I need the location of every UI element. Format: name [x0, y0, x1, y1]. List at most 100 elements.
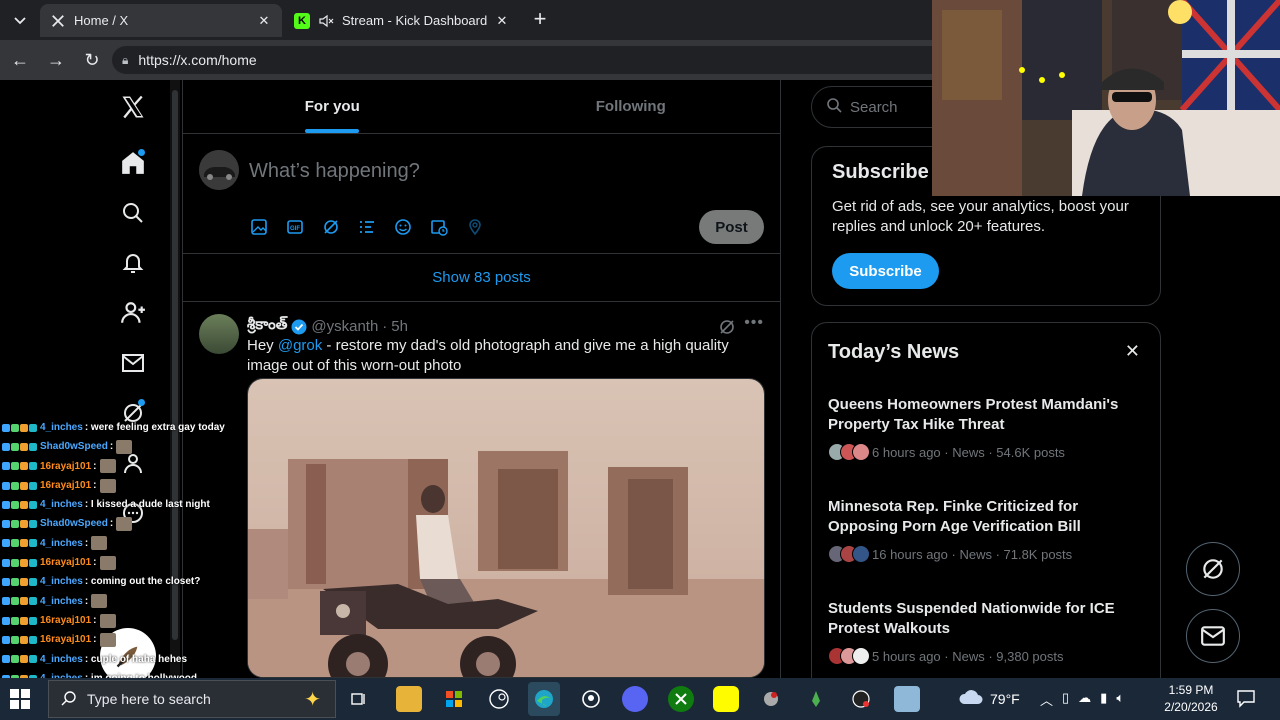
news-meta: 6 hours ago · News · 54.6K posts — [872, 444, 1065, 460]
show-new-posts-button[interactable]: Show 83 posts — [183, 254, 780, 302]
schedule-icon[interactable] — [429, 217, 449, 237]
tweet-time[interactable]: 5h — [391, 318, 408, 335]
chat-username[interactable]: 4_inches — [40, 418, 83, 437]
chevron-down-icon — [14, 17, 26, 25]
battery-icon[interactable]: ▮ — [1100, 690, 1107, 709]
chat-emote — [99, 555, 116, 570]
image-icon[interactable] — [249, 217, 269, 237]
messages-floating-button[interactable] — [1186, 609, 1240, 663]
post-button[interactable]: Post — [699, 210, 764, 244]
reload-icon[interactable]: ↻ — [80, 48, 104, 72]
bell-icon[interactable] — [116, 246, 150, 280]
notification-dot — [138, 399, 145, 406]
chat-message: 16rayaj101: — [2, 611, 262, 630]
windows-start-icon[interactable] — [10, 689, 30, 709]
news-item[interactable]: Queens Homeowners Protest Mamdani's Prop… — [828, 395, 1148, 461]
app-icon[interactable] — [758, 686, 784, 712]
news-item[interactable]: Minnesota Rep. Finke Criticized for Oppo… — [828, 497, 1148, 563]
more-options-icon[interactable]: ••• — [744, 314, 764, 332]
chevron-up-icon[interactable]: ︿ — [1040, 690, 1053, 709]
composer-toolbar: GIF — [249, 217, 485, 237]
chat-username[interactable]: 4_inches — [40, 534, 83, 553]
onedrive-icon[interactable]: ☁ — [1078, 690, 1091, 709]
mail-icon[interactable] — [116, 346, 150, 380]
chat-username[interactable]: Shad0wSpeed — [40, 514, 108, 533]
game-icon[interactable] — [803, 686, 829, 712]
chat-username[interactable]: 16rayaj101 — [40, 611, 91, 630]
tab-list-button[interactable] — [6, 6, 34, 34]
chat-username[interactable]: 16rayaj101 — [40, 457, 91, 476]
emoji-icon[interactable] — [393, 217, 413, 237]
chat-username[interactable]: 4_inches — [40, 495, 83, 514]
close-icon[interactable]: ✕ — [1125, 341, 1140, 362]
app-icon[interactable] — [894, 686, 920, 712]
tweet[interactable]: శ్రీకాంత్ @yskanth · 5h ••• Hey @grok - … — [183, 302, 780, 678]
subscribe-button[interactable]: Subscribe — [832, 253, 939, 289]
chat-message: 4_inches: — [2, 592, 262, 611]
chat-badges — [2, 462, 37, 471]
xbox-icon[interactable] — [668, 686, 694, 712]
tab-kick-dashboard[interactable]: K Stream - Kick Dashboard ✕ — [284, 4, 520, 37]
home-icon[interactable] — [116, 146, 150, 180]
gif-icon[interactable]: GIF — [285, 217, 305, 237]
news-item[interactable]: Students Suspended Nationwide for ICE Pr… — [828, 599, 1148, 665]
temperature: 79°F — [990, 690, 1020, 707]
tab-following[interactable]: Following — [482, 80, 781, 133]
chat-username[interactable]: 4_inches — [40, 572, 83, 591]
obs-icon[interactable] — [848, 686, 874, 712]
weather-widget[interactable]: 79°F — [958, 688, 1020, 709]
author-handle[interactable]: @yskanth — [311, 318, 378, 335]
chat-emote — [99, 478, 116, 493]
tweet-photo[interactable] — [247, 378, 765, 678]
close-tab-icon[interactable]: ✕ — [256, 13, 272, 29]
chat-username[interactable]: 4_inches — [40, 650, 83, 669]
search-icon[interactable] — [116, 196, 150, 230]
tab-title: Home / X — [74, 13, 129, 28]
edge-icon[interactable] — [528, 682, 560, 716]
chat-username[interactable]: 4_inches — [40, 592, 83, 611]
task-view-icon[interactable] — [346, 686, 372, 712]
chat-username[interactable]: 16rayaj101 — [40, 476, 91, 495]
user-avatar[interactable] — [199, 150, 239, 190]
follow-icon[interactable] — [116, 296, 150, 330]
author-name[interactable]: శ్రీకాంత్ — [247, 316, 287, 337]
poll-icon[interactable] — [357, 217, 377, 237]
steam-icon[interactable] — [486, 686, 512, 712]
search-icon — [61, 690, 77, 709]
chat-username[interactable]: 16rayaj101 — [40, 630, 91, 649]
composer-input[interactable]: What’s happening? — [249, 160, 420, 183]
news-meta: 16 hours ago · News · 71.8K posts — [872, 546, 1073, 562]
clock[interactable]: 1:59 PM 2/20/2026 — [1152, 682, 1230, 716]
news-headline: Queens Homeowners Protest Mamdani's Prop… — [828, 396, 1119, 433]
device-icon[interactable]: ▯ — [1062, 690, 1069, 709]
windows-taskbar: Type here to search ✦ 79°F ︿ ▯ ☁ ▮ 🔈︎ 1:… — [0, 678, 1280, 720]
chat-username[interactable]: Shad0wSpeed — [40, 437, 108, 456]
store-icon[interactable] — [441, 686, 467, 712]
discord-icon[interactable] — [622, 686, 648, 712]
file-explorer-icon[interactable] — [396, 686, 422, 712]
muted-speaker-icon[interactable] — [318, 13, 334, 29]
speaker-icon[interactable]: 🔈︎ — [1116, 690, 1124, 709]
mention-link[interactable]: @grok — [278, 337, 322, 354]
close-tab-icon[interactable]: ✕ — [494, 13, 510, 29]
chat-emote — [91, 536, 108, 551]
chat-text: : — [93, 614, 97, 626]
forward-arrow-icon[interactable]: → — [44, 48, 68, 72]
tab-home-x[interactable]: Home / X ✕ — [40, 4, 282, 37]
svg-text:GIF: GIF — [290, 226, 300, 232]
snapchat-icon[interactable] — [713, 686, 739, 712]
grok-floating-button[interactable] — [1186, 542, 1240, 596]
chat-username[interactable]: 16rayaj101 — [40, 553, 91, 572]
tab-for-you[interactable]: For you — [183, 80, 482, 133]
taskbar-search-input[interactable]: Type here to search ✦ — [48, 680, 336, 718]
back-arrow-icon[interactable]: ← — [8, 48, 32, 72]
tweet-author-avatar[interactable] — [199, 314, 239, 354]
taskbar-search-placeholder: Type here to search — [87, 691, 211, 707]
grok-icon[interactable] — [321, 217, 341, 237]
new-tab-button[interactable]: + — [528, 8, 552, 32]
x-logo-icon[interactable] — [116, 90, 150, 124]
location-icon[interactable] — [465, 217, 485, 237]
app-icon[interactable] — [578, 686, 604, 712]
news-headline: Students Suspended Nationwide for ICE Pr… — [828, 600, 1115, 637]
notification-center-icon[interactable] — [1236, 688, 1258, 710]
